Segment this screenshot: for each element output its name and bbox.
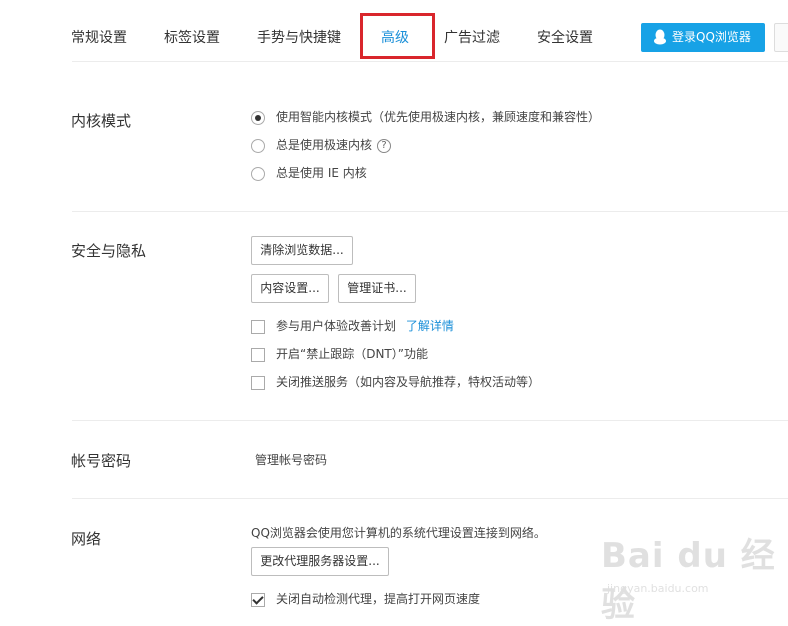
checkbox-label: 参与用户体验改善计划 [276, 319, 397, 333]
change-proxy-button[interactable]: 更改代理服务器设置... [251, 547, 389, 576]
kernel-option-label: 使用智能内核模式（优先使用极速内核，兼顾速度和兼容性） [276, 110, 601, 124]
checkbox-label: 开启“禁止跟踪（DNT）”功能 [276, 347, 428, 361]
checkbox-icon[interactable] [251, 319, 265, 334]
checkbox-label: 关闭自动检测代理，提高打开网页速度 [276, 592, 481, 606]
checkbox-icon[interactable] [251, 375, 265, 390]
kernel-option-smart[interactable]: 使用智能内核模式（优先使用极速内核，兼顾速度和兼容性） [251, 109, 600, 125]
qq-penguin-icon [654, 29, 666, 45]
checkbox-icon[interactable] [251, 347, 265, 362]
settings-tab-bar: 常规设置 标签设置 手势与快捷键 高级 广告过滤 安全设置 登录QQ浏览器 [0, 0, 788, 62]
more-button[interactable] [774, 23, 788, 52]
clear-browsing-data-button[interactable]: 清除浏览数据... [251, 236, 353, 265]
content-settings-button[interactable]: 内容设置... [251, 274, 329, 303]
manage-account-password-link[interactable]: 管理帐号密码 [255, 451, 327, 468]
radio-icon[interactable] [251, 166, 265, 181]
watermark-logo-text: Bai du 经验 [601, 536, 776, 625]
network-title: 网络 [71, 530, 102, 548]
divider [72, 61, 788, 62]
kernel-mode-title: 内核模式 [71, 112, 132, 130]
annotation-highlight-box [360, 13, 435, 59]
account-title: 帐号密码 [71, 452, 132, 470]
tab-security[interactable]: 安全设置 [537, 28, 593, 48]
manage-certificates-button[interactable]: 管理证书... [338, 274, 416, 303]
help-icon[interactable]: ? [377, 138, 392, 153]
radio-icon[interactable] [251, 138, 265, 153]
divider [72, 420, 788, 421]
tab-gestures-shortcuts[interactable]: 手势与快捷键 [257, 28, 341, 48]
divider [72, 211, 788, 212]
tab-general[interactable]: 常规设置 [71, 28, 127, 48]
push-service-option[interactable]: 关闭推送服务（如内容及导航推荐，特权活动等） [251, 374, 540, 390]
learn-more-link[interactable]: 了解详情 [406, 319, 454, 333]
tab-ad-filter[interactable]: 广告过滤 [444, 28, 500, 48]
tab-tabs[interactable]: 标签设置 [164, 28, 220, 48]
divider [72, 498, 788, 499]
radio-selected-icon[interactable] [251, 110, 265, 125]
kernel-option-ie[interactable]: 总是使用 IE 内核 [251, 165, 367, 181]
login-qq-browser-button[interactable]: 登录QQ浏览器 [641, 23, 765, 52]
kernel-option-fast[interactable]: 总是使用极速内核? [251, 137, 392, 153]
network-description: QQ浏览器会使用您计算机的系统代理设置连接到网络。 [251, 526, 546, 540]
kernel-option-label: 总是使用极速内核 [276, 138, 373, 152]
checkbox-label: 关闭推送服务（如内容及导航推荐，特权活动等） [276, 375, 541, 389]
baidu-jingyan-watermark: Bai du 经验 jingyan.baidu.com [601, 528, 781, 625]
login-button-label: 登录QQ浏览器 [672, 30, 751, 44]
privacy-title: 安全与隐私 [71, 242, 147, 260]
dnt-option[interactable]: 开启“禁止跟踪（DNT）”功能 [251, 346, 428, 362]
checkbox-checked-icon[interactable] [251, 592, 265, 607]
auto-detect-proxy-option[interactable]: 关闭自动检测代理，提高打开网页速度 [251, 591, 480, 607]
kernel-option-label: 总是使用 IE 内核 [276, 166, 367, 180]
ux-program-option[interactable]: 参与用户体验改善计划 了解详情 [251, 318, 454, 334]
watermark-url: jingyan.baidu.com [607, 582, 709, 595]
